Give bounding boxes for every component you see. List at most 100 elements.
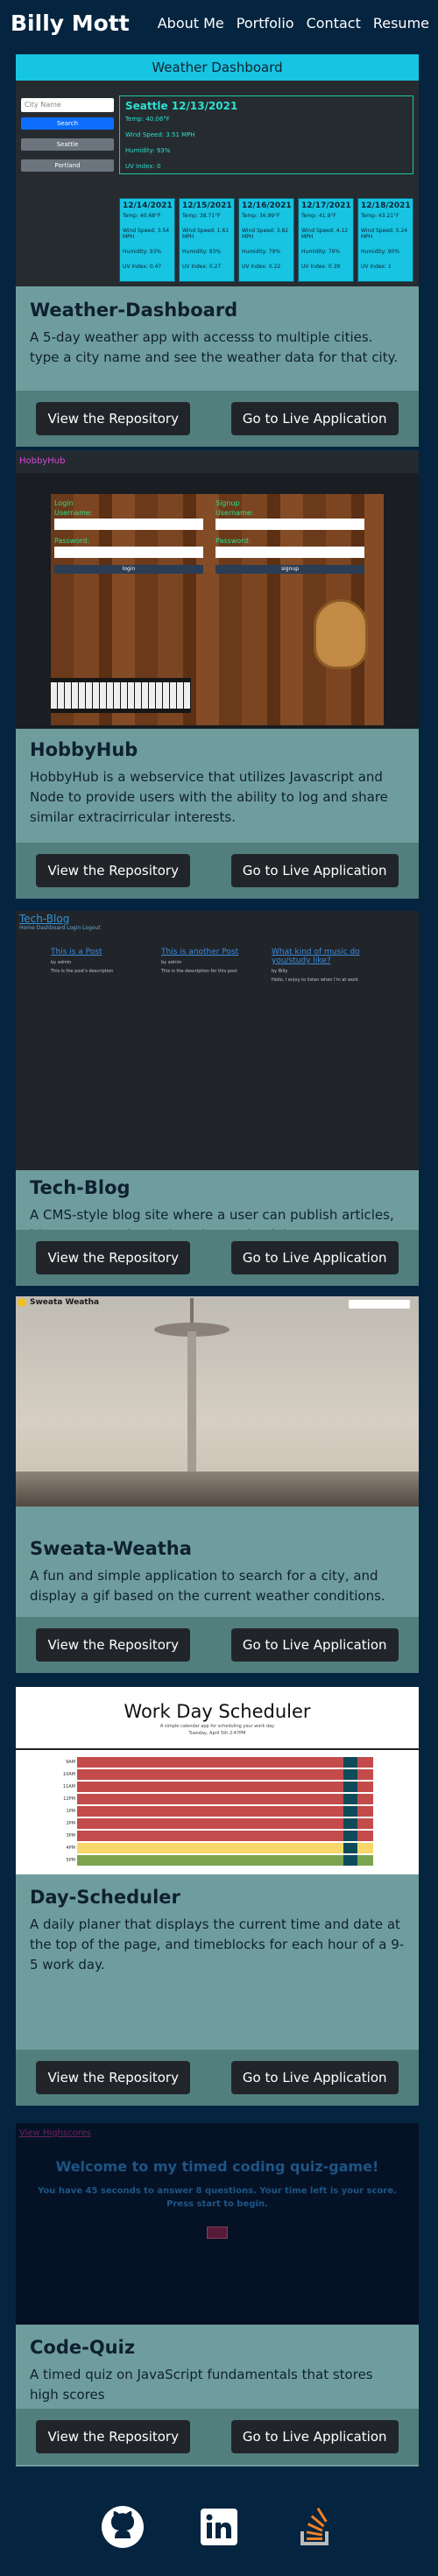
card-description: A 5-day weather app with accesss to mult…: [30, 329, 399, 365]
save-icon: [343, 1769, 357, 1780]
forecast-line: UV Index: 0.39: [301, 264, 341, 270]
login-heading: Login: [54, 499, 74, 507]
view-repository-button[interactable]: View the Repository: [36, 854, 190, 887]
sweata-search-box: [349, 1300, 410, 1309]
forecast-date: 12/15/2021: [182, 201, 232, 210]
forecast-date: 12/14/2021: [123, 201, 173, 210]
city-button: Seattle: [21, 138, 114, 151]
save-icon: [343, 1843, 357, 1853]
blog-post: What kind of music do you/study like? by…: [272, 948, 368, 986]
project-card-scheduler: Work Day Scheduler A simple calendar app…: [16, 1687, 419, 2106]
weather-sidebar: City Name Search Seattle Portland: [21, 98, 114, 180]
time-block: [77, 1782, 373, 1792]
linkedin-icon[interactable]: [197, 2505, 241, 2549]
hour-label: 4PM: [66, 1846, 75, 1851]
post-title: This is a Post: [51, 948, 102, 956]
live-application-button[interactable]: Go to Live Application: [230, 1628, 399, 1662]
hobbyhub-screenshot: HobbyHub Login Username: Password: login…: [16, 450, 419, 729]
save-icon: [343, 1818, 357, 1829]
save-icon: [343, 1806, 357, 1817]
hobbyhub-brand: HobbyHub: [19, 456, 66, 466]
time-block: [77, 1831, 373, 1841]
hour-label: 3PM: [66, 1833, 75, 1838]
sun-icon: [18, 1298, 26, 1307]
card-footer: View the Repository Go to Live Applicati…: [16, 2050, 419, 2106]
live-application-button[interactable]: Go to Live Application: [230, 1241, 399, 1274]
view-repository-button[interactable]: View the Repository: [36, 402, 190, 435]
save-icon: [343, 1794, 357, 1804]
current-line: Humidity: 93%: [125, 147, 171, 154]
forecast-line: UV Index: 0.22: [242, 264, 281, 270]
live-application-button[interactable]: Go to Live Application: [230, 854, 399, 887]
forecast-line: Temp: 38.71°F: [182, 213, 221, 219]
login-button: login: [54, 565, 203, 574]
scheduler-subtitle: A simple calendar app for scheduling you…: [159, 1724, 275, 1729]
scheduler-date: Tuesday, April 5th 2:47PM: [188, 1731, 246, 1736]
time-block: [77, 1769, 373, 1780]
forecast-date: 12/17/2021: [301, 201, 351, 210]
nav-contact[interactable]: Contact: [307, 15, 361, 32]
live-application-button[interactable]: Go to Live Application: [230, 2420, 399, 2453]
city-input: City Name: [21, 98, 114, 112]
time-block: [77, 1806, 373, 1817]
post-author: by admin: [161, 960, 182, 965]
view-repository-button[interactable]: View the Repository: [36, 1628, 190, 1662]
time-block: [77, 1794, 373, 1804]
keyboard-icon: [51, 678, 191, 713]
hour-label: 11AM: [62, 1784, 75, 1789]
stackoverflow-icon[interactable]: [293, 2505, 337, 2549]
blog-post: This is a Post by admin This is the post…: [51, 948, 147, 977]
scheduler-screenshot: Work Day Scheduler A simple calendar app…: [16, 1687, 419, 1874]
forecast-line: Temp: 40.68°F: [123, 213, 161, 219]
techblog-nav: Home Dashboard Login Logout: [19, 925, 101, 931]
site-brand[interactable]: Billy Mott: [11, 11, 130, 36]
current-title: Seattle 12/13/2021: [125, 100, 238, 112]
quiz-instructions: You have 45 seconds to answer 8 question…: [38, 2186, 397, 2209]
live-application-button[interactable]: Go to Live Application: [230, 402, 399, 435]
live-application-button[interactable]: Go to Live Application: [230, 2061, 399, 2094]
guitar-icon: [314, 599, 368, 669]
view-repository-button[interactable]: View the Repository: [36, 2420, 190, 2453]
city-button: Portland: [21, 159, 114, 172]
forecast-card: 12/18/2021 Temp: 43.21°F Wind Speed: 5.2…: [357, 198, 413, 282]
view-repository-button[interactable]: View the Repository: [36, 1241, 190, 1274]
card-body: Weather-Dashboard A 5-day weather app wi…: [16, 300, 419, 368]
time-block: [77, 1855, 373, 1866]
nav-about[interactable]: About Me: [158, 15, 224, 32]
current-line: Temp: 40.06°F: [125, 116, 170, 123]
scheduler-title: Work Day Scheduler: [124, 1701, 311, 1722]
nav-resume[interactable]: Resume: [373, 15, 429, 32]
sweata-screenshot: Sweata Weatha: [16, 1296, 419, 1526]
forecast-line: Humidity: 83%: [182, 249, 222, 255]
nav-portfolio[interactable]: Portfolio: [237, 15, 294, 32]
current-line: UV Index: 0: [125, 163, 161, 170]
github-icon[interactable]: [101, 2505, 145, 2549]
forecast-date: 12/18/2021: [361, 201, 411, 210]
forecast-line: Humidity: 93%: [123, 249, 162, 255]
time-block: [77, 1818, 373, 1829]
login-username-field: [54, 519, 203, 530]
card-title: Sweata-Weatha: [30, 1538, 192, 1559]
time-block: [77, 1843, 373, 1853]
techblog-screenshot: Tech-Blog Home Dashboard Login Logout Th…: [16, 911, 419, 1170]
view-repository-button[interactable]: View the Repository: [36, 2061, 190, 2094]
card-description: A timed quiz on JavaScript fundamentals …: [30, 2367, 373, 2403]
post-author: by admin: [51, 960, 72, 965]
hour-label: 9AM: [66, 1760, 75, 1765]
post-title: This is another Post: [161, 948, 239, 956]
time-block: [77, 1757, 373, 1768]
blog-post: This is another Post by admin This is th…: [161, 948, 258, 977]
current-line: Wind Speed: 3.51 MPH: [125, 131, 195, 138]
wood-background: Login Username: Password: login Signup U…: [51, 494, 384, 725]
card-footer: View the Repository Go to Live Applicati…: [16, 2409, 419, 2465]
seattle-photo: Sweata Weatha: [16, 1296, 419, 1507]
hour-label: 12PM: [63, 1796, 75, 1802]
forecast-line: Humidity: 79%: [242, 249, 281, 255]
save-icon: [343, 1831, 357, 1841]
card-description: A daily planer that displays the current…: [30, 1916, 405, 1973]
card-body: Day-Scheduler A daily planer that displa…: [16, 1887, 419, 1975]
card-footer: View the Repository Go to Live Applicati…: [16, 1617, 419, 1673]
weather-app-bar: Weather Dashboard: [16, 54, 419, 81]
card-title: Day-Scheduler: [30, 1887, 180, 1908]
forecast-date: 12/16/2021: [242, 201, 292, 210]
